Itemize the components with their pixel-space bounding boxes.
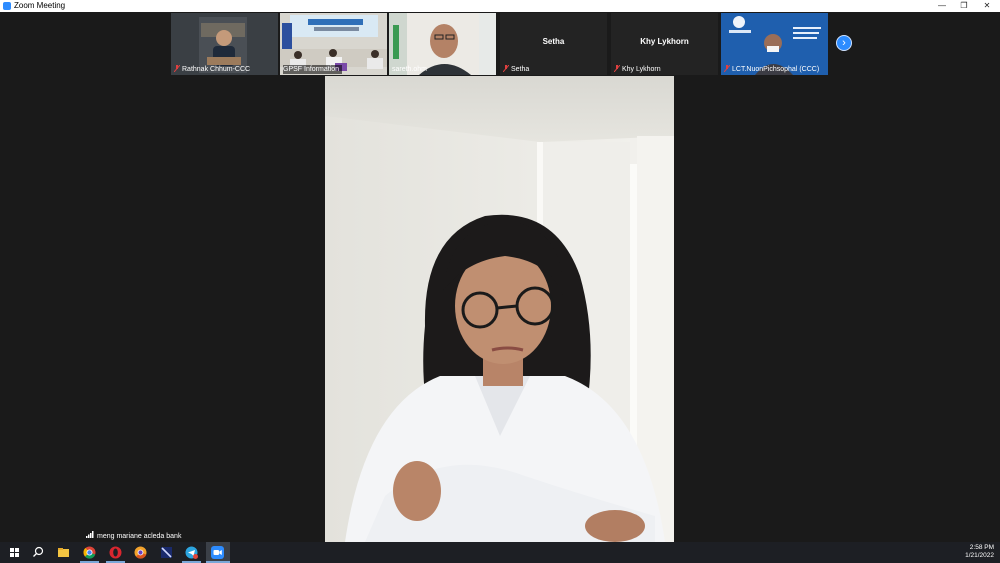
participant-tile-nuon[interactable]: LCT.NuonPichsophal (CCC) [721,13,828,75]
signal-bars-icon [86,531,94,538]
clock-time: 2:58 PM [969,544,994,551]
active-speaker-label: meng mariane acleda bank [86,531,181,542]
chrome-canary-icon[interactable] [133,545,148,560]
chevron-right-icon: › [842,37,846,49]
active-speaker-video[interactable] [325,76,674,542]
system-clock[interactable]: 2:58 PM 1/21/2022 [934,544,994,560]
file-explorer-icon[interactable] [56,545,71,560]
zoom-icon[interactable] [210,545,225,560]
participant-tile-setha[interactable]: Setha Setha [500,13,607,75]
participant-name-label: sareth.ohm [392,66,428,73]
next-page-button[interactable]: › [836,35,852,51]
windows-taskbar: 2:58 PM 1/21/2022 [0,542,1000,563]
media-player-icon[interactable] [159,545,174,560]
participant-name-label: GPSF Information [283,65,343,74]
chrome-icon[interactable] [82,545,97,560]
participant-tile-khy[interactable]: Khy Lykhorn Khy Lykhorn [611,13,718,75]
participant-tile-sareth[interactable]: sareth.ohm [389,13,496,75]
muted-mic-icon [724,65,730,72]
muted-mic-icon [614,65,620,72]
muted-mic-icon [503,65,509,72]
opera-icon[interactable] [108,545,123,560]
windows-start-icon[interactable] [7,545,22,560]
participant-name-label: Rathnak Chhum-CCC [174,65,253,74]
search-icon[interactable] [31,545,46,560]
participant-placeholder-name: Setha [542,37,565,46]
participant-name-label: Khy Lykhorn [614,65,664,74]
minimize-button[interactable]: — [931,0,953,12]
window-title: Zoom Meeting [14,1,66,10]
telegram-icon[interactable] [184,545,199,560]
speaker-video-frame [325,76,674,542]
zoom-app-icon [3,2,11,10]
muted-mic-icon [174,65,180,72]
clock-date: 1/21/2022 [965,552,994,559]
participant-tile-rathnak[interactable]: Rathnak Chhum-CCC [171,13,278,75]
participant-name-label: Setha [503,65,532,74]
participant-tile-gpsf[interactable]: GPSF Information [280,13,387,75]
participant-name-label: LCT.NuonPichsophal (CCC) [724,65,822,74]
window-title-bar: Zoom Meeting — ❐ ✕ [0,0,1000,12]
restore-button[interactable]: ❐ [953,0,975,12]
close-button[interactable]: ✕ [976,0,998,12]
participant-placeholder-name: Khy Lykhorn [640,37,689,46]
